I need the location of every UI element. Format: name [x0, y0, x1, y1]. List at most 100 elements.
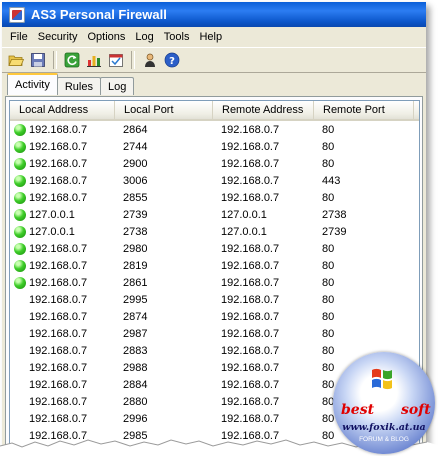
- user-icon[interactable]: [140, 50, 160, 70]
- table-row[interactable]: 192.168.0.7 2861 192.168.0.7 80: [10, 274, 419, 291]
- cell-remote-address: 192.168.0.7: [221, 276, 280, 289]
- cell-local-port: 2874: [123, 310, 148, 323]
- cell-remote-port: 80: [322, 327, 335, 340]
- table-row[interactable]: 192.168.0.7 2864 192.168.0.7 80: [10, 121, 419, 138]
- local-address-text: 192.168.0.7: [29, 140, 88, 153]
- open-folder-icon[interactable]: [6, 50, 26, 70]
- cell-local-port: 2739: [123, 208, 148, 221]
- status-spacer: [14, 345, 26, 357]
- status-spacer: [14, 413, 26, 425]
- local-address-text: 192.168.0.7: [29, 395, 88, 408]
- table-row[interactable]: 192.168.0.7 2987 192.168.0.7 80: [10, 325, 419, 342]
- table-row[interactable]: 127.0.0.1 2739 127.0.0.1 2738: [10, 206, 419, 223]
- status-spacer: [14, 396, 26, 408]
- cell-local-address: 127.0.0.1: [10, 208, 115, 221]
- local-address-text: 192.168.0.7: [29, 259, 88, 272]
- toolbar: ?: [2, 47, 426, 73]
- active-connection-icon: [14, 191, 26, 204]
- cell-remote-port: 80: [322, 191, 335, 204]
- refresh-icon[interactable]: [62, 50, 82, 70]
- table-row[interactable]: 192.168.0.7 2744 192.168.0.7 80: [10, 138, 419, 155]
- watermark-url: www.foxik.at.ua: [342, 422, 426, 433]
- cell-remote-port: 80: [322, 259, 335, 272]
- cell-local-port: 3006: [123, 174, 148, 187]
- cell-remote-address: 192.168.0.7: [221, 378, 280, 391]
- cell-local-port: 2996: [123, 412, 148, 425]
- status-spacer: [14, 379, 26, 391]
- save-icon[interactable]: [28, 50, 48, 70]
- cell-local-port: 2988: [123, 361, 148, 374]
- menu-file[interactable]: File: [6, 31, 34, 43]
- cell-local-address: 192.168.0.7: [10, 259, 115, 272]
- cell-remote-address: 127.0.0.1: [221, 208, 267, 221]
- cell-remote-address: 192.168.0.7: [221, 123, 280, 136]
- local-address-text: 192.168.0.7: [29, 123, 88, 136]
- tab-activity[interactable]: Activity: [7, 73, 58, 95]
- help-icon[interactable]: ?: [162, 50, 182, 70]
- active-connection-icon: [14, 123, 26, 136]
- cell-local-address: 192.168.0.7: [10, 413, 115, 425]
- menu-bar: File Security Options Log Tools Help: [2, 27, 426, 47]
- cell-local-address: 192.168.0.7: [10, 157, 115, 170]
- table-row[interactable]: 192.168.0.7 2900 192.168.0.7 80: [10, 155, 419, 172]
- active-connection-icon: [14, 242, 26, 255]
- active-connection-icon: [14, 140, 26, 153]
- cell-remote-address: 192.168.0.7: [221, 344, 280, 357]
- schedule-icon[interactable]: [106, 50, 126, 70]
- cell-remote-port: 80: [322, 310, 335, 323]
- cell-remote-port: 80: [322, 293, 335, 306]
- active-connection-icon: [14, 208, 26, 221]
- title-bar[interactable]: AS3 Personal Firewall: [2, 2, 426, 27]
- table-row[interactable]: 192.168.0.7 2855 192.168.0.7 80: [10, 189, 419, 206]
- menu-log[interactable]: Log: [131, 31, 159, 43]
- cell-local-port: 2819: [123, 259, 148, 272]
- tab-strip: Activity Rules Log: [2, 73, 426, 95]
- menu-options[interactable]: Options: [83, 31, 131, 43]
- column-header-remote-port[interactable]: Remote Port: [314, 101, 414, 119]
- statistics-icon[interactable]: [84, 50, 104, 70]
- cell-local-port: 2987: [123, 327, 148, 340]
- status-spacer: [14, 362, 26, 374]
- column-header-local-port[interactable]: Local Port: [115, 101, 213, 119]
- menu-tools[interactable]: Tools: [160, 31, 196, 43]
- list-header: Local Address Local Port Remote Address …: [10, 101, 419, 121]
- column-header-local-address[interactable]: Local Address: [10, 101, 115, 119]
- cell-remote-address: 127.0.0.1: [221, 225, 267, 238]
- local-address-text: 127.0.0.1: [29, 225, 75, 238]
- app-icon: [9, 6, 25, 23]
- local-address-text: 192.168.0.7: [29, 310, 88, 323]
- tab-log[interactable]: Log: [99, 77, 135, 95]
- table-row[interactable]: 192.168.0.7 2819 192.168.0.7 80: [10, 257, 419, 274]
- local-address-text: 192.168.0.7: [29, 344, 88, 357]
- cell-local-port: 2738: [123, 225, 148, 238]
- tab-rules[interactable]: Rules: [56, 77, 101, 95]
- column-header-remote-address[interactable]: Remote Address: [213, 101, 314, 119]
- cell-local-address: 192.168.0.7: [10, 191, 115, 204]
- toolbar-separator: [53, 51, 57, 69]
- menu-help[interactable]: Help: [195, 31, 228, 43]
- table-row[interactable]: 192.168.0.7 3006 192.168.0.7 443: [10, 172, 419, 189]
- table-row[interactable]: 192.168.0.7 2980 192.168.0.7 80: [10, 240, 419, 257]
- cell-remote-port: 2739: [322, 225, 347, 238]
- cell-local-address: 192.168.0.7: [10, 328, 115, 340]
- cell-remote-address: 192.168.0.7: [221, 157, 280, 170]
- cell-remote-address: 192.168.0.7: [221, 293, 280, 306]
- table-row[interactable]: 192.168.0.7 2874 192.168.0.7 80: [10, 308, 419, 325]
- menu-security[interactable]: Security: [34, 31, 84, 43]
- cell-local-address: 192.168.0.7: [10, 311, 115, 323]
- active-connection-icon: [14, 276, 26, 289]
- window-title: AS3 Personal Firewall: [31, 7, 167, 22]
- cell-local-port: 2980: [123, 242, 148, 255]
- table-row[interactable]: 127.0.0.1 2738 127.0.0.1 2739: [10, 223, 419, 240]
- table-row[interactable]: 192.168.0.7 2995 192.168.0.7 80: [10, 291, 419, 308]
- cell-remote-port: 2738: [322, 208, 347, 221]
- toolbar-separator: [131, 51, 135, 69]
- local-address-text: 192.168.0.7: [29, 276, 88, 289]
- cell-remote-address: 192.168.0.7: [221, 259, 280, 272]
- cell-remote-port: 80: [322, 242, 335, 255]
- local-address-text: 192.168.0.7: [29, 191, 88, 204]
- cell-local-address: 192.168.0.7: [10, 379, 115, 391]
- active-connection-icon: [14, 225, 26, 238]
- watermark-soft: soft: [401, 402, 431, 418]
- table-row[interactable]: 192.168.0.7 2883 192.168.0.7 80: [10, 342, 419, 359]
